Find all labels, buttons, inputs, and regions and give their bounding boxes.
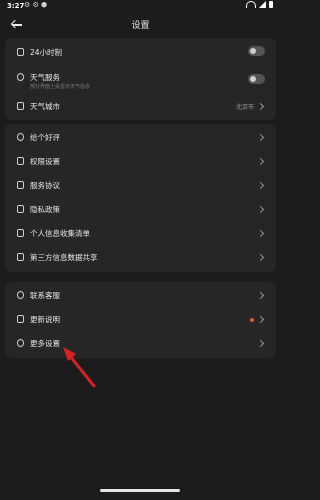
home-indicator	[100, 489, 180, 492]
annotation-arrow	[63, 347, 96, 388]
